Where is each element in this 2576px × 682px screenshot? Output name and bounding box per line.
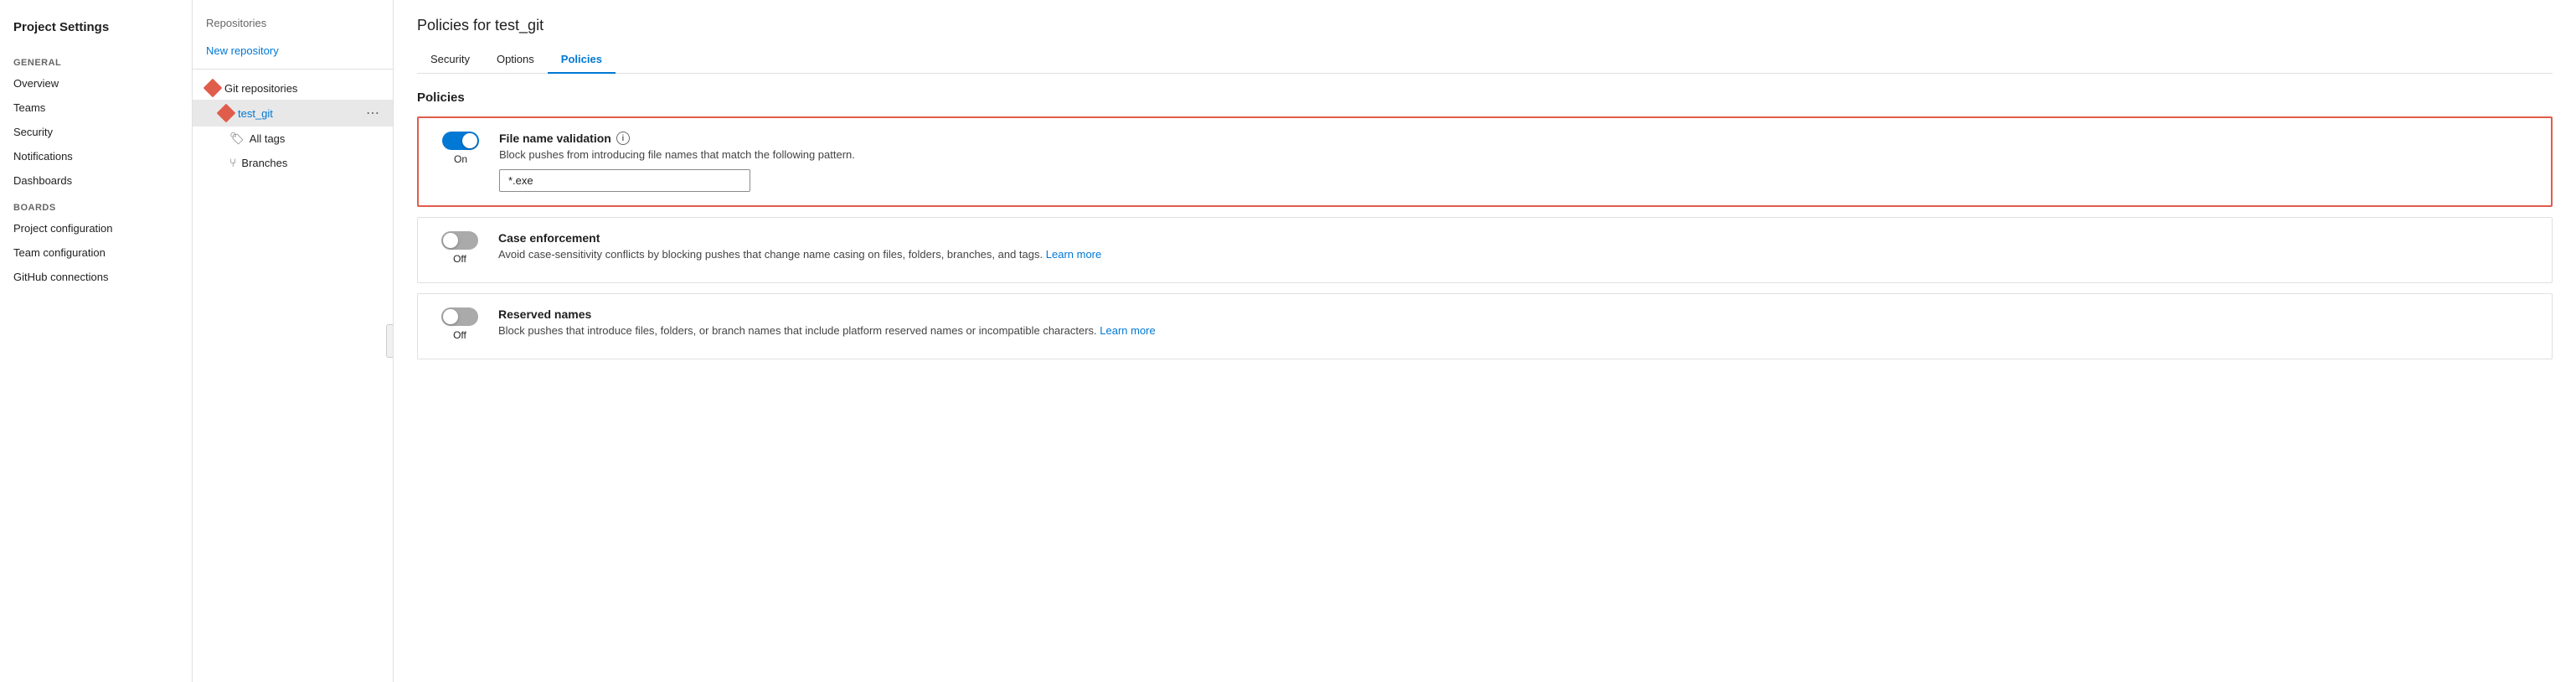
toggle-label-off-case: Off (453, 253, 466, 265)
repo-divider (193, 69, 393, 70)
policy-card-reserved-names: Off Reserved names Block pushes that int… (417, 293, 2553, 359)
toggle-case-enforcement[interactable] (441, 231, 478, 250)
toggle-label-off-reserved: Off (453, 329, 466, 341)
policy-card-file-name-validation: On File name validation i Block pushes f… (417, 116, 2553, 207)
toggle-thumb (462, 133, 477, 148)
tag-icon: 🏷 (229, 132, 245, 146)
policy-row: On File name validation i Block pushes f… (435, 132, 2534, 192)
toggle-reserved-names[interactable] (441, 307, 478, 326)
policy-content-file-name: File name validation i Block pushes from… (499, 132, 2534, 192)
project-settings-sidebar: Project Settings General Overview Teams … (0, 0, 193, 682)
tab-options[interactable]: Options (483, 46, 548, 74)
new-repository-link[interactable]: New repository (193, 39, 393, 62)
policy-row-case: Off Case enforcement Avoid case-sensitiv… (435, 231, 2535, 269)
repo-sidebar-title: Repositories (193, 13, 393, 39)
toggle-label-on: On (454, 153, 467, 165)
sidebar-item-project-configuration[interactable]: Project configuration (0, 216, 192, 240)
repo-sub-item-branches[interactable]: ⑂ Branches (193, 151, 393, 174)
policy-desc-case: Avoid case-sensitivity conflicts by bloc… (498, 248, 2535, 261)
repo-sub-item-all-tags[interactable]: 🏷 All tags (193, 127, 393, 151)
toggle-area-case: Off (435, 231, 485, 265)
page-title: Policies for test_git (417, 17, 2553, 34)
policy-name-text-reserved: Reserved names (498, 307, 591, 321)
sidebar-item-teams[interactable]: Teams (0, 96, 192, 120)
toggle-thumb-case (443, 233, 458, 248)
repo-sidebar: ‹ Repositories New repository Git reposi… (193, 0, 394, 682)
boards-section-label: Boards (0, 193, 192, 216)
repo-item-test-git[interactable]: test_git ⋯ (193, 100, 393, 127)
more-options-icon[interactable]: ⋯ (366, 105, 379, 121)
sidebar-item-team-configuration[interactable]: Team configuration (0, 240, 192, 265)
sidebar-item-github-connections[interactable]: GitHub connections (0, 265, 192, 289)
toggle-area-file-name: On (435, 132, 486, 165)
sidebar-item-notifications[interactable]: Notifications (0, 144, 192, 168)
sidebar-item-overview[interactable]: Overview (0, 71, 192, 96)
policy-desc-file-name: Block pushes from introducing file names… (499, 148, 2534, 161)
learn-more-case[interactable]: Learn more (1046, 248, 1101, 261)
toggle-area-reserved: Off (435, 307, 485, 341)
policy-name-reserved: Reserved names (498, 307, 2535, 321)
general-section-label: General (0, 48, 192, 71)
repo-git-icon (219, 106, 233, 120)
branch-icon: ⑂ (229, 156, 236, 169)
policy-desc-reserved: Block pushes that introduce files, folde… (498, 324, 2535, 337)
info-icon-file-name[interactable]: i (616, 132, 630, 145)
branches-label: Branches (241, 157, 287, 169)
policy-name-text-case: Case enforcement (498, 231, 600, 245)
git-repositories-section[interactable]: Git repositories (193, 76, 393, 100)
toggle-thumb-reserved (443, 309, 458, 324)
policy-card-case-enforcement: Off Case enforcement Avoid case-sensitiv… (417, 217, 2553, 283)
policy-name-file-name: File name validation i (499, 132, 2534, 145)
repo-item-label: test_git (238, 107, 361, 120)
policies-section-title: Policies (417, 90, 2553, 105)
sidebar-item-dashboards[interactable]: Dashboards (0, 168, 192, 193)
policy-name-text: File name validation (499, 132, 611, 145)
toggle-file-name-validation[interactable] (442, 132, 479, 150)
learn-more-reserved[interactable]: Learn more (1100, 324, 1155, 337)
tabs-bar: Security Options Policies (417, 46, 2553, 74)
policy-content-case: Case enforcement Avoid case-sensitivity … (498, 231, 2535, 269)
tab-security[interactable]: Security (417, 46, 483, 74)
sidebar-item-security[interactable]: Security (0, 120, 192, 144)
policy-name-case: Case enforcement (498, 231, 2535, 245)
tab-policies[interactable]: Policies (548, 46, 616, 74)
project-settings-title: Project Settings (0, 13, 192, 48)
policy-content-reserved: Reserved names Block pushes that introdu… (498, 307, 2535, 345)
git-icon (206, 81, 219, 95)
file-name-pattern-input[interactable] (499, 169, 750, 192)
policy-row-reserved: Off Reserved names Block pushes that int… (435, 307, 2535, 345)
git-repos-label: Git repositories (224, 82, 297, 95)
all-tags-label: All tags (250, 132, 286, 145)
collapse-button[interactable]: ‹ (386, 324, 394, 358)
main-content: Policies for test_git Security Options P… (394, 0, 2576, 682)
